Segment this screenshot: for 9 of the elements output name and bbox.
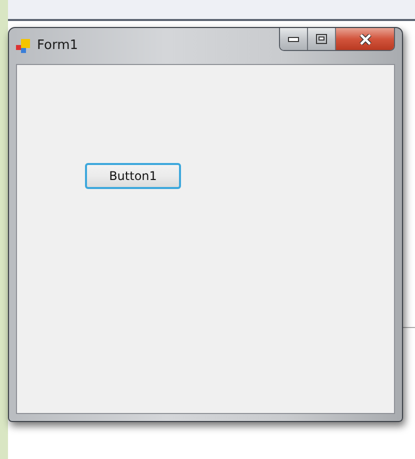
app-icon	[16, 38, 30, 52]
form-button[interactable]: Button1	[85, 163, 181, 189]
minimize-icon	[288, 36, 299, 42]
window-title: Form1	[37, 38, 78, 53]
maximize-button[interactable]	[308, 28, 336, 50]
close-button[interactable]	[336, 28, 394, 50]
minimize-button[interactable]	[280, 28, 308, 50]
maximize-icon	[316, 34, 327, 44]
close-icon	[358, 34, 372, 44]
